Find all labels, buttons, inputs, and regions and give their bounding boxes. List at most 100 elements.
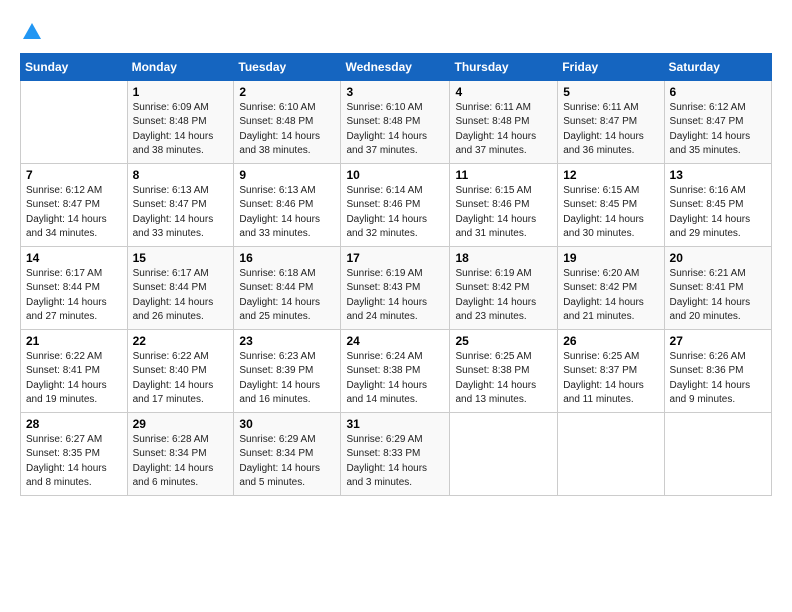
calendar-cell [664,412,771,495]
cell-info: Sunrise: 6:18 AM Sunset: 8:44 PM Dayligh… [239,267,335,325]
calendar-cell: 11 Sunrise: 6:15 AM Sunset: 8:46 PM Dayli… [450,163,558,246]
cell-info: Sunrise: 6:12 AM Sunset: 8:47 PM Dayligh… [670,101,766,159]
calendar-cell: 16 Sunrise: 6:18 AM Sunset: 8:44 PM Dayli… [234,246,341,329]
calendar-week-3: 14 Sunrise: 6:17 AM Sunset: 8:44 PM Dayli… [21,246,772,329]
cell-info: Sunrise: 6:21 AM Sunset: 8:41 PM Dayligh… [670,267,766,325]
calendar-cell: 4 Sunrise: 6:11 AM Sunset: 8:48 PM Daylig… [450,80,558,163]
calendar-cell: 23 Sunrise: 6:23 AM Sunset: 8:39 PM Dayli… [234,329,341,412]
day-number: 8 [133,168,229,182]
cell-info: Sunrise: 6:17 AM Sunset: 8:44 PM Dayligh… [133,267,229,325]
calendar-cell: 21Sunrise: 6:22 AM Sunset: 8:41 PM Dayli… [21,329,128,412]
header [20,16,772,43]
calendar-table: SundayMondayTuesdayWednesdayThursdayFrid… [20,53,772,496]
weekday-header-row: SundayMondayTuesdayWednesdayThursdayFrid… [21,53,772,80]
calendar-cell: 24 Sunrise: 6:24 AM Sunset: 8:38 PM Dayli… [341,329,450,412]
cell-info: Sunrise: 6:20 AM Sunset: 8:42 PM Dayligh… [563,267,658,325]
calendar-cell: 9 Sunrise: 6:13 AM Sunset: 8:46 PM Daylig… [234,163,341,246]
calendar-body: 1 Sunrise: 6:09 AM Sunset: 8:48 PM Daylig… [21,80,772,495]
cell-info: Sunrise: 6:19 AM Sunset: 8:42 PM Dayligh… [455,267,552,325]
calendar-cell: 30Sunrise: 6:29 AM Sunset: 8:34 PM Dayli… [234,412,341,495]
day-number: 31 [346,417,444,431]
cell-info: Sunrise: 6:10 AM Sunset: 8:48 PM Dayligh… [239,101,335,159]
day-number: 25 [455,334,552,348]
weekday-header-sunday: Sunday [21,53,128,80]
calendar-cell: 2 Sunrise: 6:10 AM Sunset: 8:48 PM Daylig… [234,80,341,163]
cell-info: Sunrise: 6:19 AM Sunset: 8:43 PM Dayligh… [346,267,444,325]
day-number: 23 [239,334,335,348]
day-number: 4 [455,85,552,99]
day-number: 11 [455,168,552,182]
cell-info: Sunrise: 6:11 AM Sunset: 8:47 PM Dayligh… [563,101,658,159]
day-number: 24 [346,334,444,348]
cell-info: Sunrise: 6:09 AM Sunset: 8:48 PM Dayligh… [133,101,229,159]
calendar-cell: 14Sunrise: 6:17 AM Sunset: 8:44 PM Dayli… [21,246,128,329]
calendar-cell: 3Sunrise: 6:10 AM Sunset: 8:48 PM Daylig… [341,80,450,163]
weekday-header-thursday: Thursday [450,53,558,80]
day-number: 27 [670,334,766,348]
day-number: 6 [670,85,766,99]
day-number: 17 [346,251,444,265]
cell-info: Sunrise: 6:23 AM Sunset: 8:39 PM Dayligh… [239,350,335,408]
calendar-cell: 31Sunrise: 6:29 AM Sunset: 8:33 PM Dayli… [341,412,450,495]
calendar-cell: 20 Sunrise: 6:21 AM Sunset: 8:41 PM Dayli… [664,246,771,329]
calendar-cell: 15 Sunrise: 6:17 AM Sunset: 8:44 PM Dayli… [127,246,234,329]
cell-info: Sunrise: 6:16 AM Sunset: 8:45 PM Dayligh… [670,184,766,242]
cell-info: Sunrise: 6:25 AM Sunset: 8:38 PM Dayligh… [455,350,552,408]
day-number: 1 [133,85,229,99]
calendar-cell: 18 Sunrise: 6:19 AM Sunset: 8:42 PM Dayli… [450,246,558,329]
cell-info: Sunrise: 6:22 AM Sunset: 8:41 PM Dayligh… [26,350,122,408]
calendar-cell: 19 Sunrise: 6:20 AM Sunset: 8:42 PM Dayli… [558,246,664,329]
calendar-week-2: 7 Sunrise: 6:12 AM Sunset: 8:47 PM Daylig… [21,163,772,246]
calendar-cell: 8 Sunrise: 6:13 AM Sunset: 8:47 PM Daylig… [127,163,234,246]
day-number: 5 [563,85,658,99]
cell-info: Sunrise: 6:11 AM Sunset: 8:48 PM Dayligh… [455,101,552,159]
calendar-cell: 25 Sunrise: 6:25 AM Sunset: 8:38 PM Dayli… [450,329,558,412]
cell-info: Sunrise: 6:27 AM Sunset: 8:35 PM Dayligh… [26,433,122,491]
calendar-cell: 7 Sunrise: 6:12 AM Sunset: 8:47 PM Daylig… [21,163,128,246]
day-number: 22 [133,334,229,348]
calendar-cell: 12Sunrise: 6:15 AM Sunset: 8:45 PM Dayli… [558,163,664,246]
calendar-cell: 6 Sunrise: 6:12 AM Sunset: 8:47 PM Daylig… [664,80,771,163]
cell-info: Sunrise: 6:14 AM Sunset: 8:46 PM Dayligh… [346,184,444,242]
cell-info: Sunrise: 6:22 AM Sunset: 8:40 PM Dayligh… [133,350,229,408]
day-number: 20 [670,251,766,265]
cell-info: Sunrise: 6:26 AM Sunset: 8:36 PM Dayligh… [670,350,766,408]
calendar-cell: 17 Sunrise: 6:19 AM Sunset: 8:43 PM Dayli… [341,246,450,329]
calendar-cell: 1 Sunrise: 6:09 AM Sunset: 8:48 PM Daylig… [127,80,234,163]
day-number: 16 [239,251,335,265]
day-number: 2 [239,85,335,99]
cell-info: Sunrise: 6:25 AM Sunset: 8:37 PM Dayligh… [563,350,658,408]
day-number: 29 [133,417,229,431]
day-number: 26 [563,334,658,348]
cell-info: Sunrise: 6:15 AM Sunset: 8:45 PM Dayligh… [563,184,658,242]
day-number: 28 [26,417,122,431]
day-number: 7 [26,168,122,182]
weekday-header-friday: Friday [558,53,664,80]
day-number: 18 [455,251,552,265]
cell-info: Sunrise: 6:12 AM Sunset: 8:47 PM Dayligh… [26,184,122,242]
calendar-cell: 13Sunrise: 6:16 AM Sunset: 8:45 PM Dayli… [664,163,771,246]
calendar-cell: 27 Sunrise: 6:26 AM Sunset: 8:36 PM Dayli… [664,329,771,412]
cell-info: Sunrise: 6:13 AM Sunset: 8:47 PM Dayligh… [133,184,229,242]
logo-icon [21,21,43,43]
day-number: 9 [239,168,335,182]
logo-text [20,16,44,43]
weekday-header-wednesday: Wednesday [341,53,450,80]
cell-info: Sunrise: 6:13 AM Sunset: 8:46 PM Dayligh… [239,184,335,242]
calendar-week-5: 28 Sunrise: 6:27 AM Sunset: 8:35 PM Dayli… [21,412,772,495]
day-number: 15 [133,251,229,265]
calendar-cell: 10 Sunrise: 6:14 AM Sunset: 8:46 PM Dayli… [341,163,450,246]
calendar-week-1: 1 Sunrise: 6:09 AM Sunset: 8:48 PM Daylig… [21,80,772,163]
cell-info: Sunrise: 6:29 AM Sunset: 8:34 PM Dayligh… [239,433,335,491]
cell-info: Sunrise: 6:28 AM Sunset: 8:34 PM Dayligh… [133,433,229,491]
day-number: 10 [346,168,444,182]
calendar-cell [450,412,558,495]
calendar-header: SundayMondayTuesdayWednesdayThursdayFrid… [21,53,772,80]
day-number: 19 [563,251,658,265]
cell-info: Sunrise: 6:24 AM Sunset: 8:38 PM Dayligh… [346,350,444,408]
weekday-header-saturday: Saturday [664,53,771,80]
calendar-cell: 29 Sunrise: 6:28 AM Sunset: 8:34 PM Dayli… [127,412,234,495]
day-number: 14 [26,251,122,265]
cell-info: Sunrise: 6:15 AM Sunset: 8:46 PM Dayligh… [455,184,552,242]
cell-info: Sunrise: 6:10 AM Sunset: 8:48 PM Dayligh… [346,101,444,159]
